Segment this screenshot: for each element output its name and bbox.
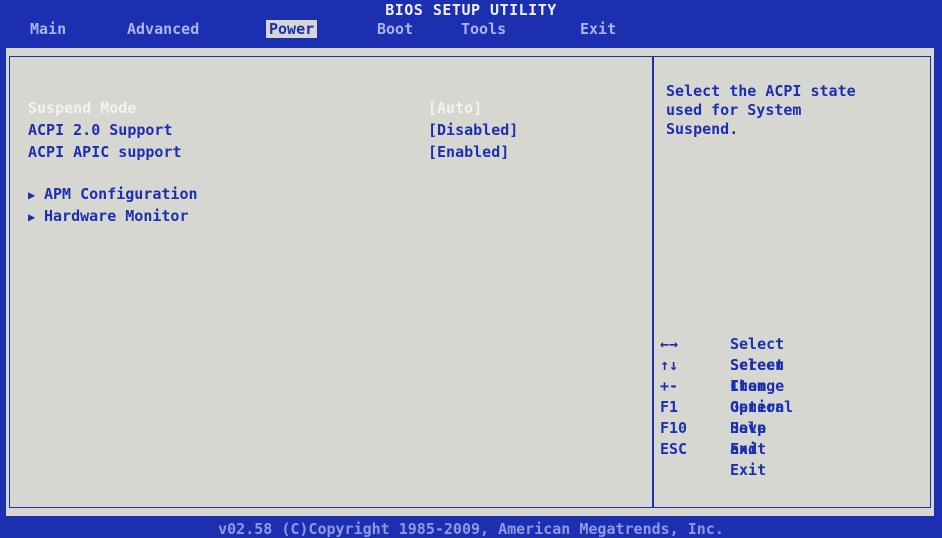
help-text: Select the ACPI state used for System Su… bbox=[666, 82, 856, 138]
copyright-text: v02.58 (C)Copyright 1985-2009, American … bbox=[218, 520, 724, 538]
tab-power[interactable]: Power bbox=[266, 20, 318, 38]
submenu-apm-configuration[interactable]: ▶ APM Configuration bbox=[28, 184, 198, 205]
submenu-hardware-monitor[interactable]: ▶ Hardware Monitor bbox=[28, 206, 189, 227]
bios-title: BIOS SETUP UTILITY bbox=[385, 1, 557, 19]
key-name: ←→ bbox=[660, 335, 679, 353]
panel-divider bbox=[652, 56, 654, 508]
tab-main[interactable]: Main bbox=[27, 20, 69, 38]
setting-label: ACPI 2.0 Support bbox=[28, 121, 173, 139]
tab-exit[interactable]: Exit bbox=[577, 20, 619, 38]
key-description: Exit bbox=[730, 440, 767, 458]
setting-acpi-apic-support[interactable]: ACPI APIC support [Enabled] bbox=[28, 142, 509, 162]
setting-value[interactable]: [Enabled] bbox=[428, 142, 509, 162]
submenu-label: APM Configuration bbox=[44, 185, 198, 203]
triangle-right-icon: ▶ bbox=[28, 210, 36, 224]
tab-tools[interactable]: Tools bbox=[458, 20, 509, 38]
setting-value[interactable]: [Disabled] bbox=[428, 120, 518, 140]
tab-advanced[interactable]: Advanced bbox=[124, 20, 202, 38]
setting-value[interactable]: [Auto] bbox=[428, 98, 482, 118]
triangle-right-icon: ▶ bbox=[28, 188, 36, 202]
key-name: F1 bbox=[660, 398, 679, 416]
setting-suspend-mode[interactable]: Suspend Mode [Auto] bbox=[28, 98, 482, 118]
key-name: ↑↓ bbox=[660, 356, 679, 374]
key-name: ESC bbox=[660, 440, 688, 458]
setting-acpi-2-support[interactable]: ACPI 2.0 Support [Disabled] bbox=[28, 120, 518, 140]
key-name: +- bbox=[660, 377, 679, 395]
tab-boot[interactable]: Boot bbox=[374, 20, 416, 38]
setting-label: Suspend Mode bbox=[28, 99, 137, 117]
submenu-label: Hardware Monitor bbox=[44, 207, 189, 225]
setting-label: ACPI APIC support bbox=[28, 143, 182, 161]
key-name: F10 bbox=[660, 419, 688, 437]
